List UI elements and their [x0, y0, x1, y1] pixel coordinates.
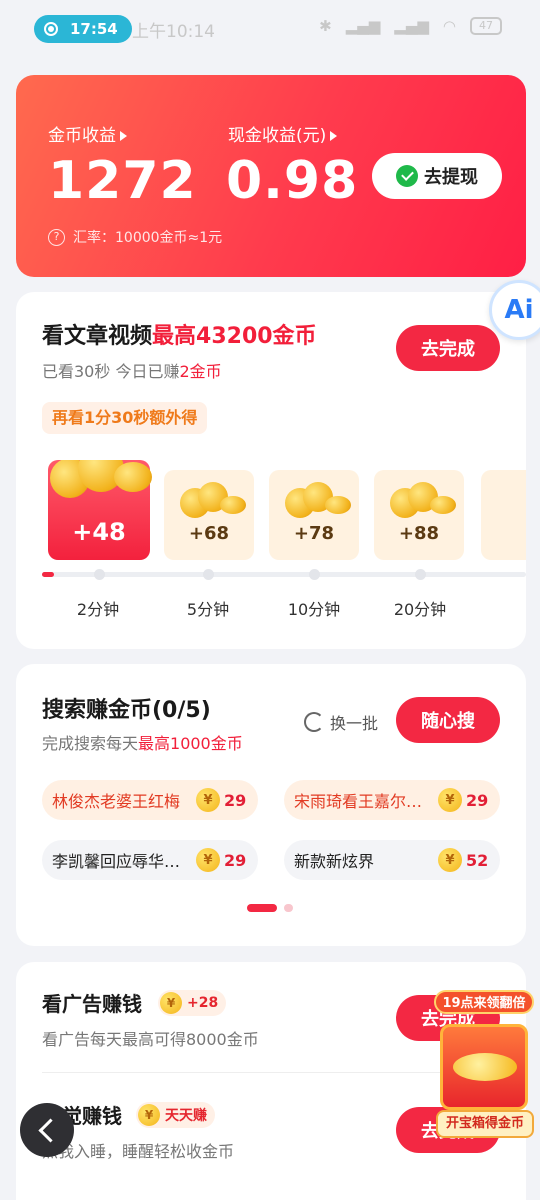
wechat-pay-icon	[396, 165, 418, 187]
ad-task-sub: 看广告每天最高可得8000金币	[42, 1030, 259, 1049]
page-indicator	[284, 904, 293, 912]
reward-value: +88	[398, 523, 440, 544]
coin-stack-icon	[281, 478, 351, 518]
article-task-title: 看文章视频最高43200金币	[42, 318, 317, 350]
keyword-text: 宋雨琦看王嘉尔…	[294, 792, 423, 811]
refresh-label: 换一批	[330, 714, 379, 733]
signal-icon: ▂▄▆	[345, 17, 381, 35]
coin-icon: ¥	[438, 788, 462, 812]
reward-tiles: +48 +68 +78 +88	[48, 460, 526, 560]
page-indicator-active	[247, 904, 277, 912]
cash-earnings-label[interactable]: 现金收益(元)	[228, 121, 337, 146]
battery-icon: 47	[470, 17, 502, 35]
bluetooth-icon: ✱	[319, 17, 332, 35]
keyword-coins: 29	[466, 790, 489, 810]
cash-earnings-value: 0.98	[226, 151, 359, 211]
recording-time-pill[interactable]: 17:54	[34, 15, 132, 43]
coin-icon: ¥	[138, 1104, 160, 1126]
keyword-text: 林俊杰老婆王红梅	[52, 792, 181, 811]
search-card: 搜索赚金币(0/5) 完成搜索每天最高1000金币 换一批 随心搜 林俊杰老婆王…	[16, 664, 526, 946]
ai-assistant-button[interactable]: Ai	[489, 280, 540, 340]
withdraw-button[interactable]: 去提现	[372, 153, 502, 199]
keyword-text: 李凯馨回应辱华…	[52, 852, 181, 871]
coin-earnings-label[interactable]: 金币收益	[48, 121, 127, 146]
status-bar: 17:54 上午10:14 ✱ ▂▄▆ ▂▄▆ ◠ 47	[0, 0, 540, 60]
progress-node	[415, 569, 426, 580]
exchange-rate: ? 汇率：10000金币≈1元	[48, 227, 222, 247]
open-chest-label: 开宝箱得金币	[436, 1110, 534, 1138]
sleep-task-badge: ¥ 天天赚	[136, 1102, 215, 1128]
coin-stack-icon	[386, 478, 456, 518]
random-search-button[interactable]: 随心搜	[396, 697, 500, 743]
reward-tile[interactable]: +48	[48, 460, 152, 560]
sleep-task-badge-text: 天天赚	[165, 1108, 207, 1124]
extra-reward-tag: 再看1分30秒额外得	[42, 402, 208, 434]
coin-icon: ¥	[196, 848, 220, 872]
keyword-text: 新款新炫界	[294, 852, 375, 871]
reward-value: +68	[188, 523, 230, 544]
coin-earnings-value: 1272	[48, 151, 197, 211]
search-task-sub: 完成搜索每天最高1000金币	[42, 730, 243, 754]
search-task-title: 搜索赚金币(0/5)	[42, 698, 211, 723]
ad-task-badge-text: +28	[187, 995, 219, 1011]
signal-icon-2: ▂▄▆	[394, 17, 429, 35]
reward-value: +78	[293, 523, 335, 544]
search-keyword-chip[interactable]: 林俊杰老婆王红梅 ¥ 29	[42, 780, 258, 820]
status-icons: ✱ ▂▄▆ ▂▄▆ ◠ 47	[319, 17, 502, 35]
coin-icon: ¥	[438, 848, 462, 872]
reward-tile[interactable]: +78	[269, 470, 359, 560]
record-icon	[44, 22, 58, 36]
search-task-max-reward: 最高1000金币	[138, 734, 243, 753]
article-task-progress: 已看30秒 今日已赚2金币	[42, 358, 222, 382]
keyword-coins: 29	[224, 850, 247, 870]
coin-stack-icon	[48, 460, 154, 502]
coin-stack-icon	[176, 478, 246, 518]
keyword-coins: 52	[466, 850, 489, 870]
question-icon[interactable]: ?	[48, 228, 65, 246]
search-keyword-chip[interactable]: 李凯馨回应辱华… ¥ 29	[42, 840, 258, 880]
progress-node	[203, 569, 214, 580]
search-keyword-chip[interactable]: 新款新炫界 ¥ 52	[284, 840, 500, 880]
earnings-card: 金币收益 1272 现金收益(元) 0.98 去提现 ? 汇率：10000金币≈…	[16, 75, 526, 277]
ad-task-title: 看广告赚钱	[42, 992, 142, 1016]
treasure-chest-icon	[440, 1024, 528, 1110]
search-task-sub-text: 完成搜索每天	[42, 734, 139, 753]
wifi-icon: ◠	[442, 17, 456, 35]
reward-value: +48	[72, 518, 126, 546]
minute-label: 5分钟	[186, 600, 230, 619]
progress-node	[309, 569, 320, 580]
article-task-progress-text: 已看30秒 今日已赚	[42, 362, 180, 381]
progress-fill	[42, 572, 54, 577]
minute-label: 10分钟	[287, 600, 341, 619]
coin-icon: ¥	[160, 992, 182, 1014]
double-reward-tag: 19点来领翻倍	[434, 990, 534, 1014]
progress-track	[42, 569, 526, 580]
article-task-title-text: 看文章视频	[42, 324, 153, 349]
refresh-button[interactable]: 换一批	[304, 710, 378, 734]
article-task-earned: 2金币	[179, 362, 222, 381]
keyword-coins: 29	[224, 790, 247, 810]
coin-icon: ¥	[196, 788, 220, 812]
article-task-max-reward: 最高43200金币	[152, 324, 317, 349]
back-button[interactable]	[20, 1103, 74, 1157]
status-time: 17:54	[70, 20, 118, 38]
status-clock: 上午10:14	[132, 22, 215, 42]
reward-tile[interactable]: +88	[374, 470, 464, 560]
treasure-chest-widget[interactable]: 19点来领翻倍 开宝箱得金币	[432, 990, 536, 1140]
withdraw-label: 去提现	[424, 167, 478, 188]
minute-label: 2分钟	[76, 600, 120, 619]
minute-label: 20分钟	[393, 600, 447, 619]
ad-task-badge: ¥ +28	[158, 990, 227, 1016]
article-video-card: 看文章视频最高43200金币 已看30秒 今日已赚2金币 去完成 再看1分30秒…	[16, 292, 526, 649]
reward-tile[interactable]: +68	[164, 470, 254, 560]
reward-tile-partial[interactable]	[481, 470, 526, 560]
article-complete-button[interactable]: 去完成	[396, 325, 500, 371]
search-keyword-chip[interactable]: 宋雨琦看王嘉尔… ¥ 29	[284, 780, 500, 820]
exchange-rate-text: 汇率：10000金币≈1元	[73, 230, 223, 246]
progress-node	[94, 569, 105, 580]
refresh-icon	[304, 712, 324, 732]
